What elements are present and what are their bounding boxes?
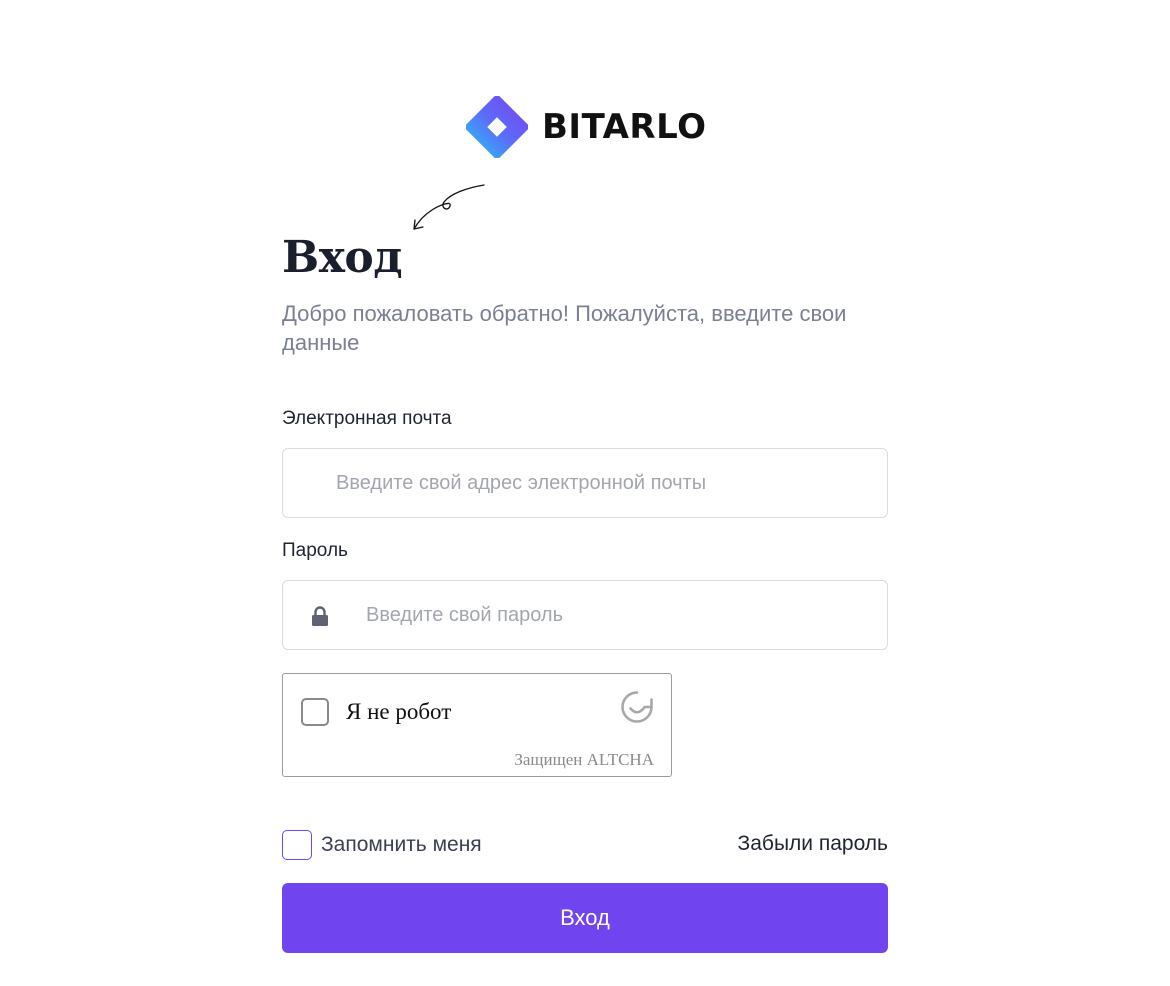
remember-me-checkbox[interactable]: Запомнить меня (282, 830, 482, 860)
brand-logo[interactable]: BITARLO (466, 96, 706, 158)
email-label: Электронная почта (282, 408, 452, 429)
password-label: Пароль (282, 540, 348, 561)
email-field-container (282, 448, 888, 518)
login-button[interactable]: Вход (282, 883, 888, 953)
arrow-doodle-icon (413, 184, 485, 230)
captcha-label[interactable]: Я не робот (346, 699, 451, 725)
remember-me-label[interactable]: Запомнить меня (321, 833, 482, 857)
captcha-checkbox[interactable] (301, 698, 329, 726)
password-field[interactable] (283, 581, 887, 649)
altcha-logo-icon (621, 691, 653, 723)
lock-icon (312, 606, 328, 626)
email-field[interactable] (283, 449, 887, 517)
captcha-footer: Защищен ALTCHA (514, 750, 654, 769)
forgot-password-link[interactable]: Забыли пароль (738, 832, 888, 856)
page-title: Вход (282, 232, 403, 283)
bitarlo-logo-icon (466, 96, 528, 158)
page-subtitle: Добро пожаловать обратно! Пожалуйста, вв… (282, 301, 847, 355)
brand-name: BITARLO (542, 107, 707, 147)
remember-me-box[interactable] (282, 830, 312, 860)
password-field-container (282, 580, 888, 650)
captcha-widget: Я не робот Защищен ALTCHA (282, 673, 672, 777)
